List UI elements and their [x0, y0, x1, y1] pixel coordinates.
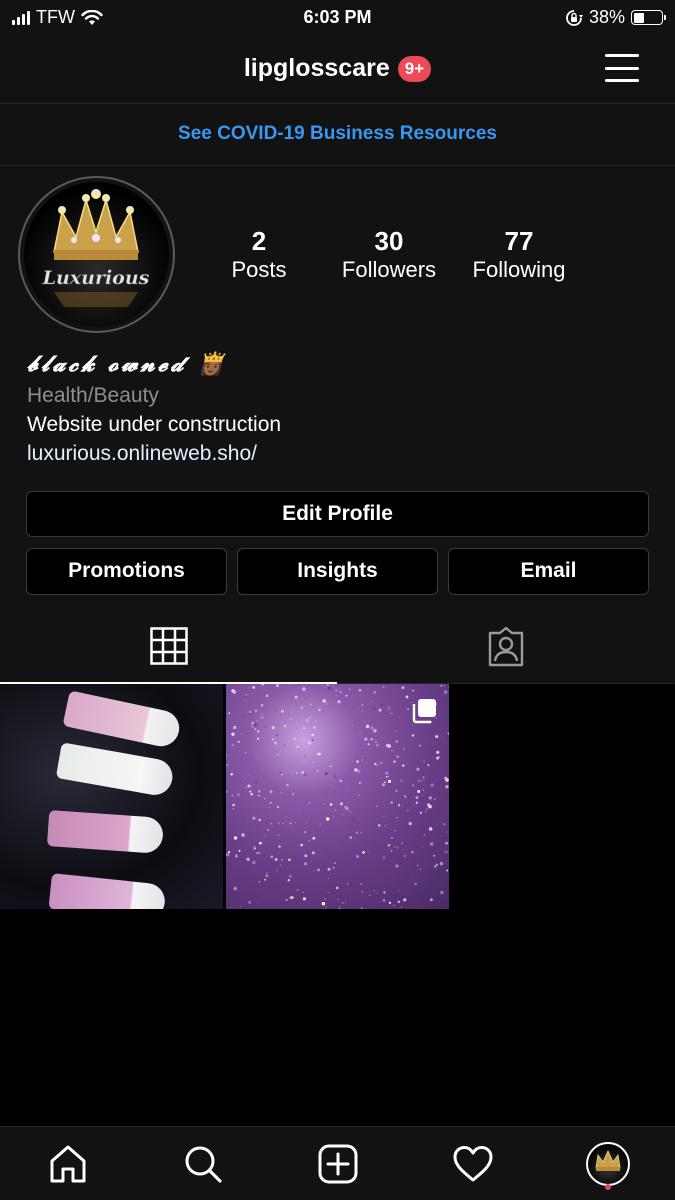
promotions-button[interactable]: Promotions [26, 548, 227, 595]
profile-website-link[interactable]: luxurious.onlineweb.sho/ [27, 439, 281, 468]
profile-bio-text: Website under construction [27, 413, 282, 436]
notification-badge: 9+ [397, 55, 432, 82]
nav-search[interactable] [168, 1134, 238, 1194]
stat-posts[interactable]: 2 Posts [194, 226, 324, 284]
nav-new-post[interactable] [303, 1134, 373, 1194]
profile-header: lipglosscare 9+ [0, 34, 675, 104]
avatar-logo-text: Luxurious [42, 267, 150, 289]
home-icon [50, 1145, 85, 1182]
followers-label: Followers [341, 257, 437, 282]
header-title[interactable]: lipglosscare 9+ [0, 54, 675, 83]
tab-grid[interactable] [0, 610, 337, 684]
activity-heart-icon [453, 1145, 492, 1181]
posts-count: 2 [251, 226, 267, 256]
insights-button[interactable]: Insights [237, 548, 438, 595]
multiple-photos-icon [412, 699, 436, 724]
bottom-navigation [0, 1126, 675, 1200]
grid-icon [149, 627, 188, 665]
profile-bio: 𝓫𝓵𝓪𝓬𝓴 𝓸𝔀𝓷𝓮𝓭 👸🏾 Health/Beauty Website und… [27, 350, 281, 468]
posts-grid [0, 684, 675, 909]
profile-category: Health/Beauty [27, 384, 159, 407]
followers-count: 30 [374, 226, 404, 256]
rotation-lock-icon [566, 9, 583, 26]
covid-resources-link[interactable]: See COVID-19 Business Resources [0, 104, 675, 166]
username: lipglosscare [243, 54, 390, 82]
notification-dot [604, 1183, 611, 1190]
profile-avatar-small [585, 1141, 630, 1186]
hamburger-menu-icon[interactable] [605, 54, 639, 82]
nav-activity[interactable] [438, 1134, 508, 1194]
nav-profile[interactable] [573, 1134, 643, 1194]
battery-icon [631, 10, 666, 25]
post-lip-gloss[interactable] [0, 684, 223, 909]
email-button[interactable]: Email [448, 548, 649, 595]
profile-stats: 2 Posts 30 Followers 77 Following [194, 226, 584, 284]
stat-following[interactable]: 77 Following [454, 226, 584, 284]
profile-display-name: 𝓫𝓵𝓪𝓬𝓴 𝓸𝔀𝓷𝓮𝓭 👸🏾 [27, 351, 228, 377]
profile-tabs [0, 610, 675, 684]
crown-logo-icon: Luxurious [41, 189, 150, 307]
nav-home[interactable] [33, 1134, 103, 1194]
tab-tagged[interactable] [337, 610, 674, 684]
posts-label: Posts [231, 257, 287, 282]
following-count: 77 [504, 226, 534, 256]
edit-profile-button[interactable]: Edit Profile [26, 491, 649, 537]
profile-avatar[interactable]: Luxurious [18, 176, 175, 333]
gloss-tube [55, 742, 176, 798]
gloss-tube [46, 810, 165, 854]
status-right: 38% [565, 7, 666, 28]
avatar-image: Luxurious [24, 182, 169, 327]
following-label: Following [472, 257, 566, 282]
search-icon [185, 1146, 222, 1183]
stat-followers[interactable]: 30 Followers [324, 226, 454, 284]
crown-logo-icon [595, 1149, 620, 1171]
gloss-tube [62, 690, 183, 750]
profile-section: Luxurious 2 Posts 30 Followers 77 Follow… [0, 166, 675, 684]
new-post-icon [318, 1144, 357, 1183]
status-bar: TFW 6:03 PM 38% [0, 0, 675, 34]
battery-percent: 38% [588, 7, 625, 27]
tagged-person-icon [488, 626, 523, 666]
post-glitter[interactable] [226, 684, 449, 909]
gloss-tube [48, 873, 167, 909]
